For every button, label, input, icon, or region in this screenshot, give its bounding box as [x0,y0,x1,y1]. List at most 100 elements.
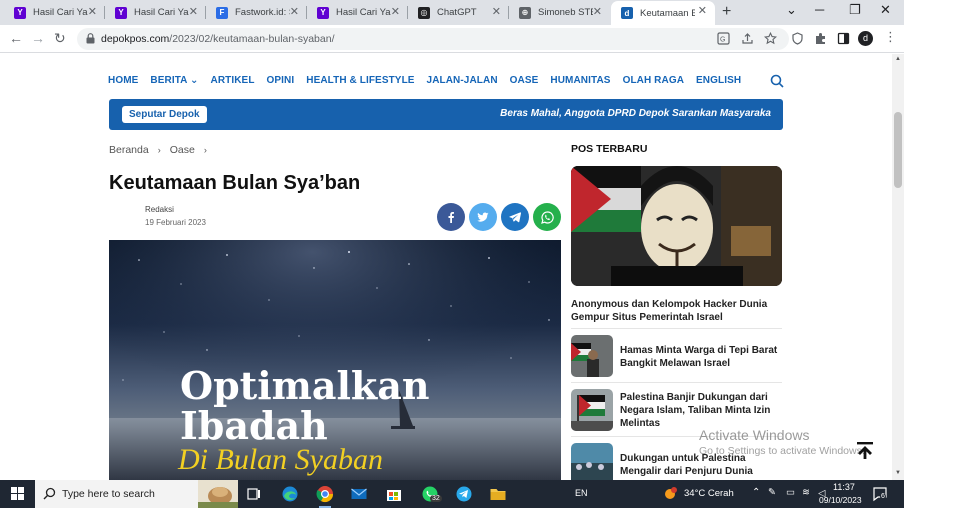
yahoo-icon: Y [317,6,329,19]
nav-opini[interactable]: OPINI [267,75,295,86]
file-explorer-icon[interactable] [489,485,507,503]
back-arrow-icon[interactable]: ← [9,30,23,46]
chevron-up-icon[interactable]: ⌃ [752,487,760,498]
post-thumbnail[interactable] [571,335,613,377]
lock-icon[interactable] [86,33,95,44]
page-scrollbar[interactable]: ▲ ▼ [892,54,904,480]
share-facebook-button[interactable] [437,203,465,231]
profile-avatar[interactable]: d [858,31,873,46]
back-to-top-icon[interactable] [855,440,875,460]
tab-title: Simoneb STEM [538,7,593,18]
tab-active-keutamaan[interactable]: d Keutamaan Bulan Sya'ban ✕ [611,1,715,25]
breadcrumb-home[interactable]: Beranda [109,144,149,156]
tab-yahoo-3[interactable]: Y Hasil Cari Yahoo ✕ [307,2,408,23]
tab-yahoo-2[interactable]: Y Hasil Cari Yahoo ✕ [105,2,206,23]
notification-center-button[interactable]: 6 [872,486,888,502]
bookmark-star-icon[interactable] [764,32,777,45]
input-language[interactable]: EN [575,488,588,498]
scroll-down-arrow-icon[interactable]: ▼ [895,470,901,476]
search-icon[interactable] [770,74,784,88]
extensions-puzzle-icon[interactable] [814,32,827,45]
hero-line-2: Ibadah [180,403,328,448]
tab-chatgpt[interactable]: ◎ ChatGPT ✕ [408,2,509,23]
post-title[interactable]: Palestina Banjir Dukungan dari Negara Is… [620,391,782,430]
article-title: Keutamaan Bulan Sya’ban [109,172,361,194]
search-icon [43,487,56,500]
close-icon[interactable]: ✕ [88,5,97,18]
clock-time[interactable]: 11:37 [833,482,855,492]
screen: Y Hasil Cari Yahoo ✕ Y Hasil Cari Yahoo … [0,0,960,508]
weather-readout[interactable]: 34°C Cerah [684,488,734,499]
featured-post-image[interactable] [571,166,782,286]
scrollbar-thumb[interactable] [894,112,902,188]
pen-icon[interactable]: ✎ [768,487,776,498]
yahoo-icon: Y [115,6,127,19]
close-icon[interactable]: ✕ [391,5,400,18]
nav-oase[interactable]: OASE [510,75,539,86]
task-view-icon[interactable] [245,485,263,503]
tab-title: ChatGPT [437,7,477,18]
reload-icon[interactable]: ↻ [54,30,66,47]
nav-home[interactable]: HOME [108,75,138,86]
nav-artikel[interactable]: ARTIKEL [211,75,255,86]
article-author[interactable]: Redaksi [145,205,174,214]
close-window-button[interactable]: ✕ [880,2,891,18]
nav-health-lifestyle[interactable]: HEALTH & LIFESTYLE [306,75,414,86]
ticker-badge[interactable]: Seputar Depok [122,106,207,123]
shield-extension-icon[interactable] [791,32,804,45]
windows-start-icon[interactable] [11,487,24,500]
battery-icon[interactable]: ▭ [786,487,795,498]
hero-subheadline: Di Bulan Syaban [178,443,383,476]
mail-icon[interactable] [350,485,368,503]
new-tab-button[interactable]: + [722,3,731,21]
share-whatsapp-button[interactable] [533,203,561,231]
kebab-menu-icon[interactable]: ⋮ [884,29,897,45]
nav-berita[interactable]: BERITA ⌄ [150,75,198,86]
share-page-icon[interactable] [741,32,754,45]
store-icon[interactable] [385,485,403,503]
tab-fastwork[interactable]: F Fastwork.id: Sewa ✕ [206,2,307,23]
anonymous-mask-illustration [571,166,782,286]
tab-search-chevron-icon[interactable]: ⌄ [786,2,797,18]
close-icon[interactable]: ✕ [593,5,602,18]
telegram-taskbar-button[interactable] [455,485,473,503]
wifi-icon[interactable]: ≋ [802,487,810,498]
ticker-headline[interactable]: Beras Mahal, Anggota DPRD Depok Sarankan… [500,108,771,119]
featured-post-title[interactable]: Anonymous dan Kelompok Hacker Dunia Gemp… [571,298,782,324]
post-thumbnail[interactable] [571,389,613,431]
breadcrumb-oase[interactable]: Oase [170,144,195,156]
minimize-button[interactable]: ─ [815,2,824,17]
activate-windows-title: Activate Windows [699,427,810,443]
search-highlight-illustration [198,480,238,508]
post-thumbnail[interactable] [571,443,613,480]
nav-berita-label: BERITA [150,75,188,86]
tab-yahoo-1[interactable]: Y Hasil Cari Yahoo ✕ [4,2,105,23]
scroll-up-arrow-icon[interactable]: ▲ [895,56,901,62]
translate-icon[interactable]: G [717,32,730,45]
share-twitter-button[interactable] [469,203,497,231]
article-date: 19 Februari 2023 [145,218,206,227]
side-panel-icon[interactable] [837,32,850,45]
close-icon[interactable]: ✕ [189,5,198,18]
chrome-taskbar-button[interactable] [316,485,334,508]
share-telegram-button[interactable] [501,203,529,231]
weather-sun-icon[interactable] [662,486,678,502]
nav-olah-raga[interactable]: OLAH RAGA [623,75,684,86]
edge-icon[interactable] [281,485,299,503]
restore-button[interactable]: ❐ [849,2,861,18]
close-icon[interactable]: ✕ [492,5,501,18]
nav-jalan-jalan[interactable]: JALAN-JALAN [427,75,498,86]
tab-title: Keutamaan Bulan Sya'ban [640,7,695,19]
close-icon[interactable]: ✕ [290,5,299,18]
address-bar[interactable]: depokpos.com/2023/02/keutamaan-bulan-sya… [77,28,789,50]
forward-arrow-icon[interactable]: → [31,30,45,46]
close-icon[interactable]: ✕ [698,4,707,17]
tab-simoneb[interactable]: ⊕ Simoneb STEM ✕ [509,2,610,23]
taskbar-search-box[interactable]: Type here to search [35,480,238,508]
hero-line-1: Optimalkan [180,363,430,408]
nav-humanitas[interactable]: HUMANITAS [550,75,610,86]
url-host: depokpos.com [101,33,170,45]
clock-date[interactable]: 09/10/2023 [819,495,862,505]
nav-english[interactable]: ENGLISH [696,75,741,86]
post-title[interactable]: Hamas Minta Warga di Tepi Barat Bangkit … [620,344,782,370]
